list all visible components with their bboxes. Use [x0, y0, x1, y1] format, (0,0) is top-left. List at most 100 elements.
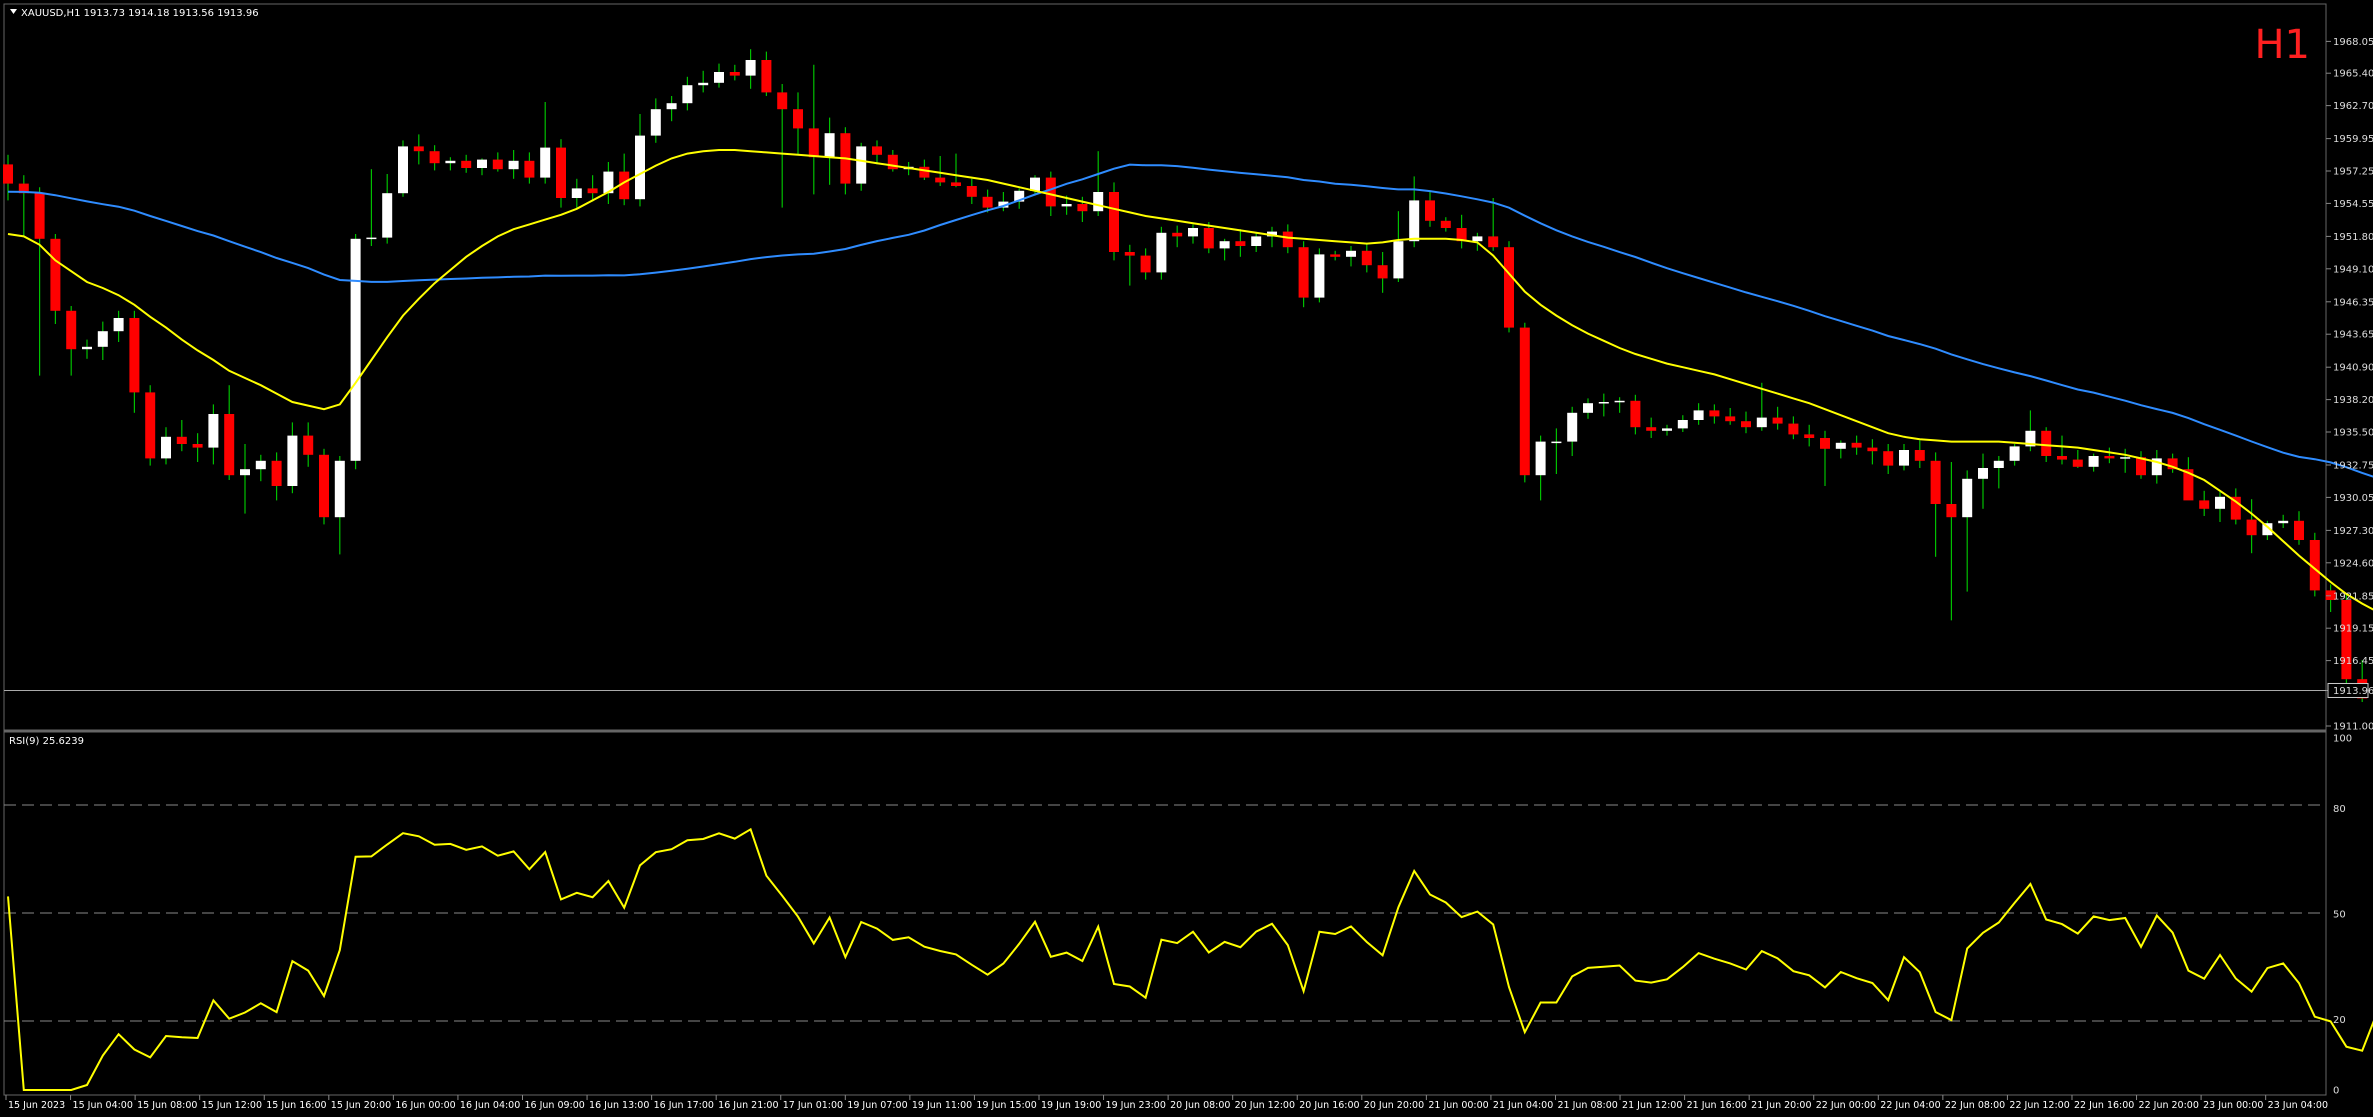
price-tick: 1954.55	[2326, 199, 2373, 210]
price-tick-label: 1919.15	[2333, 624, 2373, 635]
price-axis[interactable]: 1968.05 1965.40 1962.70 1959.95 1957.25 1954.…	[2326, 37, 2373, 733]
candle-body-bull	[1188, 228, 1198, 237]
time-tick: 21 Jun 08:00	[1554, 1095, 1618, 1111]
time-tick-label: 22 Jun 16:00	[2074, 1100, 2134, 1111]
candle-body-bull	[1156, 232, 1167, 273]
price-tick: 1965.40	[2326, 69, 2373, 80]
candle-body-bear	[919, 166, 930, 178]
price-tick-label: 1946.35	[2333, 297, 2373, 308]
candle-body-bull	[1551, 441, 1562, 444]
candle-body-bull	[1061, 204, 1072, 207]
candle	[461, 154, 472, 173]
candle-body-bear	[1930, 460, 1941, 504]
price-tick: 1940.90	[2326, 363, 2373, 374]
candle-body-bear	[319, 454, 329, 518]
symbol-ohlc-text: XAUUSD,H1 1913.73 1914.18 1913.56 1913.9…	[21, 8, 259, 19]
candle-body-bear	[1788, 423, 1799, 435]
candle	[887, 150, 898, 172]
candle	[808, 64, 819, 195]
time-tick-label: 19 Jun 19:00	[1041, 1100, 1101, 1111]
candle-body-bull	[2278, 520, 2289, 524]
candle	[34, 187, 45, 376]
candle	[66, 306, 77, 376]
time-tick-label: 22 Jun 20:00	[2139, 1100, 2199, 1111]
candle	[1693, 403, 1704, 425]
time-tick: 20 Jun 08:00	[1167, 1095, 1230, 1111]
candle-body-bull	[635, 135, 645, 200]
rsi-tick-label: 100	[2333, 734, 2352, 745]
time-tick-label: 19 Jun 23:00	[1106, 1100, 1166, 1111]
time-tick: 22 Jun 12:00	[2006, 1095, 2070, 1111]
candle	[176, 420, 187, 452]
candle-body-bear	[34, 193, 45, 239]
candle-body-bull	[1835, 442, 1846, 449]
candle-body-bull	[824, 133, 835, 158]
candle-body-bear	[176, 436, 187, 444]
candle-body-bull	[745, 60, 756, 76]
candle	[2199, 490, 2210, 516]
candle	[2341, 595, 2352, 684]
candle-body-bear	[413, 146, 424, 152]
candle-body-bear	[1914, 450, 1925, 461]
time-tick-label: 20 Jun 20:00	[1364, 1100, 1424, 1111]
time-tick: 19 Jun 07:00	[844, 1095, 908, 1111]
candle-body-bull	[666, 103, 677, 110]
time-tick-label: 15 Jun 12:00	[202, 1100, 262, 1111]
price-tick: 1913.96	[2326, 682, 2373, 698]
price-tick: 1924.60	[2326, 558, 2373, 569]
candle-body-bull	[508, 160, 519, 170]
candle	[129, 310, 140, 413]
candle-body-bull	[571, 188, 582, 198]
candle-body-bear	[1425, 200, 1435, 221]
candle	[1488, 198, 1499, 251]
candle	[2246, 499, 2257, 554]
time-tick: 16 Jun 21:00	[715, 1095, 779, 1111]
time-tick: 16 Jun 04:00	[457, 1095, 520, 1111]
chart-frame	[3, 3, 2327, 1096]
time-tick-label: 21 Jun 04:00	[1493, 1100, 1553, 1111]
candle-body-bear	[1298, 247, 1309, 298]
candle	[82, 339, 92, 359]
candle	[508, 150, 519, 179]
price-tick: 1938.20	[2326, 395, 2373, 406]
candle	[429, 145, 440, 171]
candle	[382, 174, 393, 244]
candle	[824, 117, 835, 185]
candle	[682, 76, 693, 111]
candle-body-bull	[698, 82, 709, 86]
candle	[840, 127, 851, 195]
time-tick-label: 23 Jun 00:00	[2203, 1100, 2263, 1111]
candle	[951, 153, 961, 188]
candle-body-bull	[1030, 177, 1040, 191]
candle-body-bull	[240, 469, 250, 476]
candle	[1598, 393, 1609, 417]
candle	[398, 140, 408, 197]
candle	[872, 140, 882, 165]
candle	[556, 139, 566, 208]
candle	[2088, 453, 2099, 472]
time-tick-label: 19 Jun 15:00	[976, 1100, 1036, 1111]
candle-body-bull	[714, 72, 724, 83]
trading-chart[interactable]: XAUUSD,H1 1913.73 1914.18 1913.56 1913.9…	[0, 0, 2373, 1117]
candle	[1962, 470, 1973, 592]
candle	[350, 234, 361, 470]
candle-body-bull	[856, 146, 867, 184]
candle	[966, 178, 977, 204]
candle	[540, 102, 551, 184]
candle-body-bear	[1235, 241, 1246, 246]
candle	[1219, 238, 1230, 261]
candle	[1946, 462, 1957, 621]
candle-body-bull	[1093, 192, 1104, 212]
candle	[619, 153, 630, 206]
candle-body-bull	[1567, 412, 1578, 442]
candle	[1298, 241, 1309, 308]
dropdown-triangle-icon[interactable]	[10, 9, 17, 14]
candle-body-bear	[1045, 177, 1056, 207]
time-axis[interactable]: 15 Jun 2023 15 Jun 04:00 15 Jun 08:00 15 Ju…	[5, 1095, 2328, 1111]
candle	[271, 452, 282, 501]
candle	[2294, 511, 2304, 545]
time-tick-label: 16 Jun 17:00	[654, 1100, 714, 1111]
candle	[1109, 182, 1119, 261]
price-tick-label: 1951.80	[2333, 232, 2373, 243]
candle-body-bear	[303, 435, 314, 455]
